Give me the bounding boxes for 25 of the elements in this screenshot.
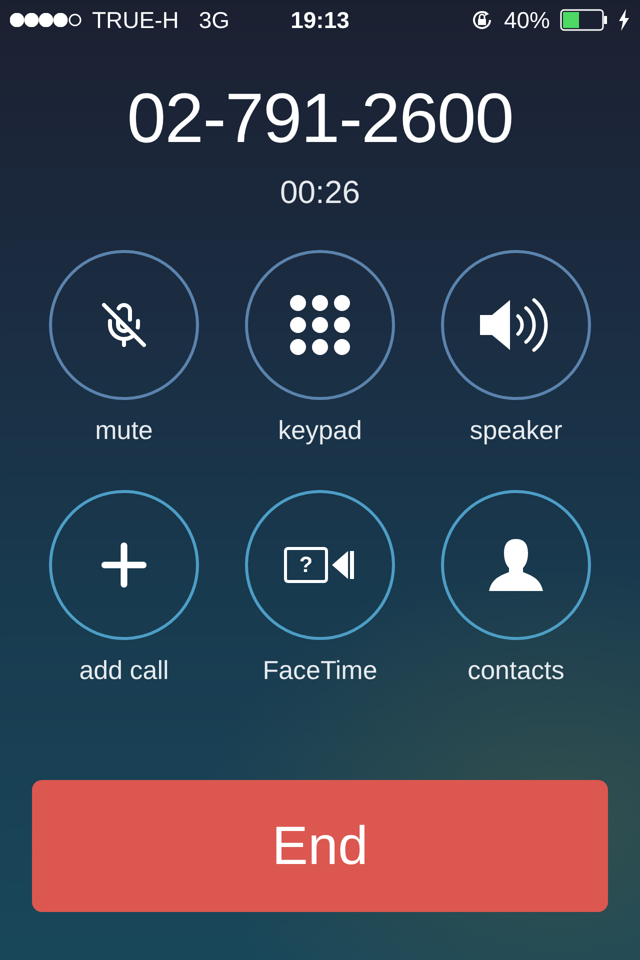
control-label: keypad <box>278 414 362 447</box>
control-label: speaker <box>470 414 562 447</box>
call-control-button[interactable] <box>245 250 395 400</box>
phone-number: 02-791-2600 <box>127 78 513 158</box>
call-duration: 00:26 <box>280 173 360 212</box>
keypad-icon <box>290 295 350 355</box>
battery-percent: 40% <box>504 6 550 34</box>
control-label: FaceTime <box>262 654 378 687</box>
person-icon <box>488 537 544 593</box>
control-label: add call <box>79 654 169 687</box>
call-control-button[interactable] <box>441 490 591 640</box>
signal-strength-icon <box>10 13 82 27</box>
network-type: 3G <box>198 6 230 34</box>
control-label: contacts <box>468 654 564 687</box>
end-call-button[interactable]: End <box>32 780 608 912</box>
battery-icon <box>560 9 608 31</box>
microphone-muted-icon <box>100 301 148 349</box>
carrier-name: TRUE-H <box>92 6 179 34</box>
call-control-button[interactable] <box>49 250 199 400</box>
call-control-button[interactable] <box>49 490 199 640</box>
call-control-button[interactable] <box>441 250 591 400</box>
control-label: mute <box>95 414 153 447</box>
clock-time: 19:13 <box>290 6 350 34</box>
charging-bolt-icon <box>618 9 630 31</box>
call-control-button[interactable]: ? <box>245 490 395 640</box>
